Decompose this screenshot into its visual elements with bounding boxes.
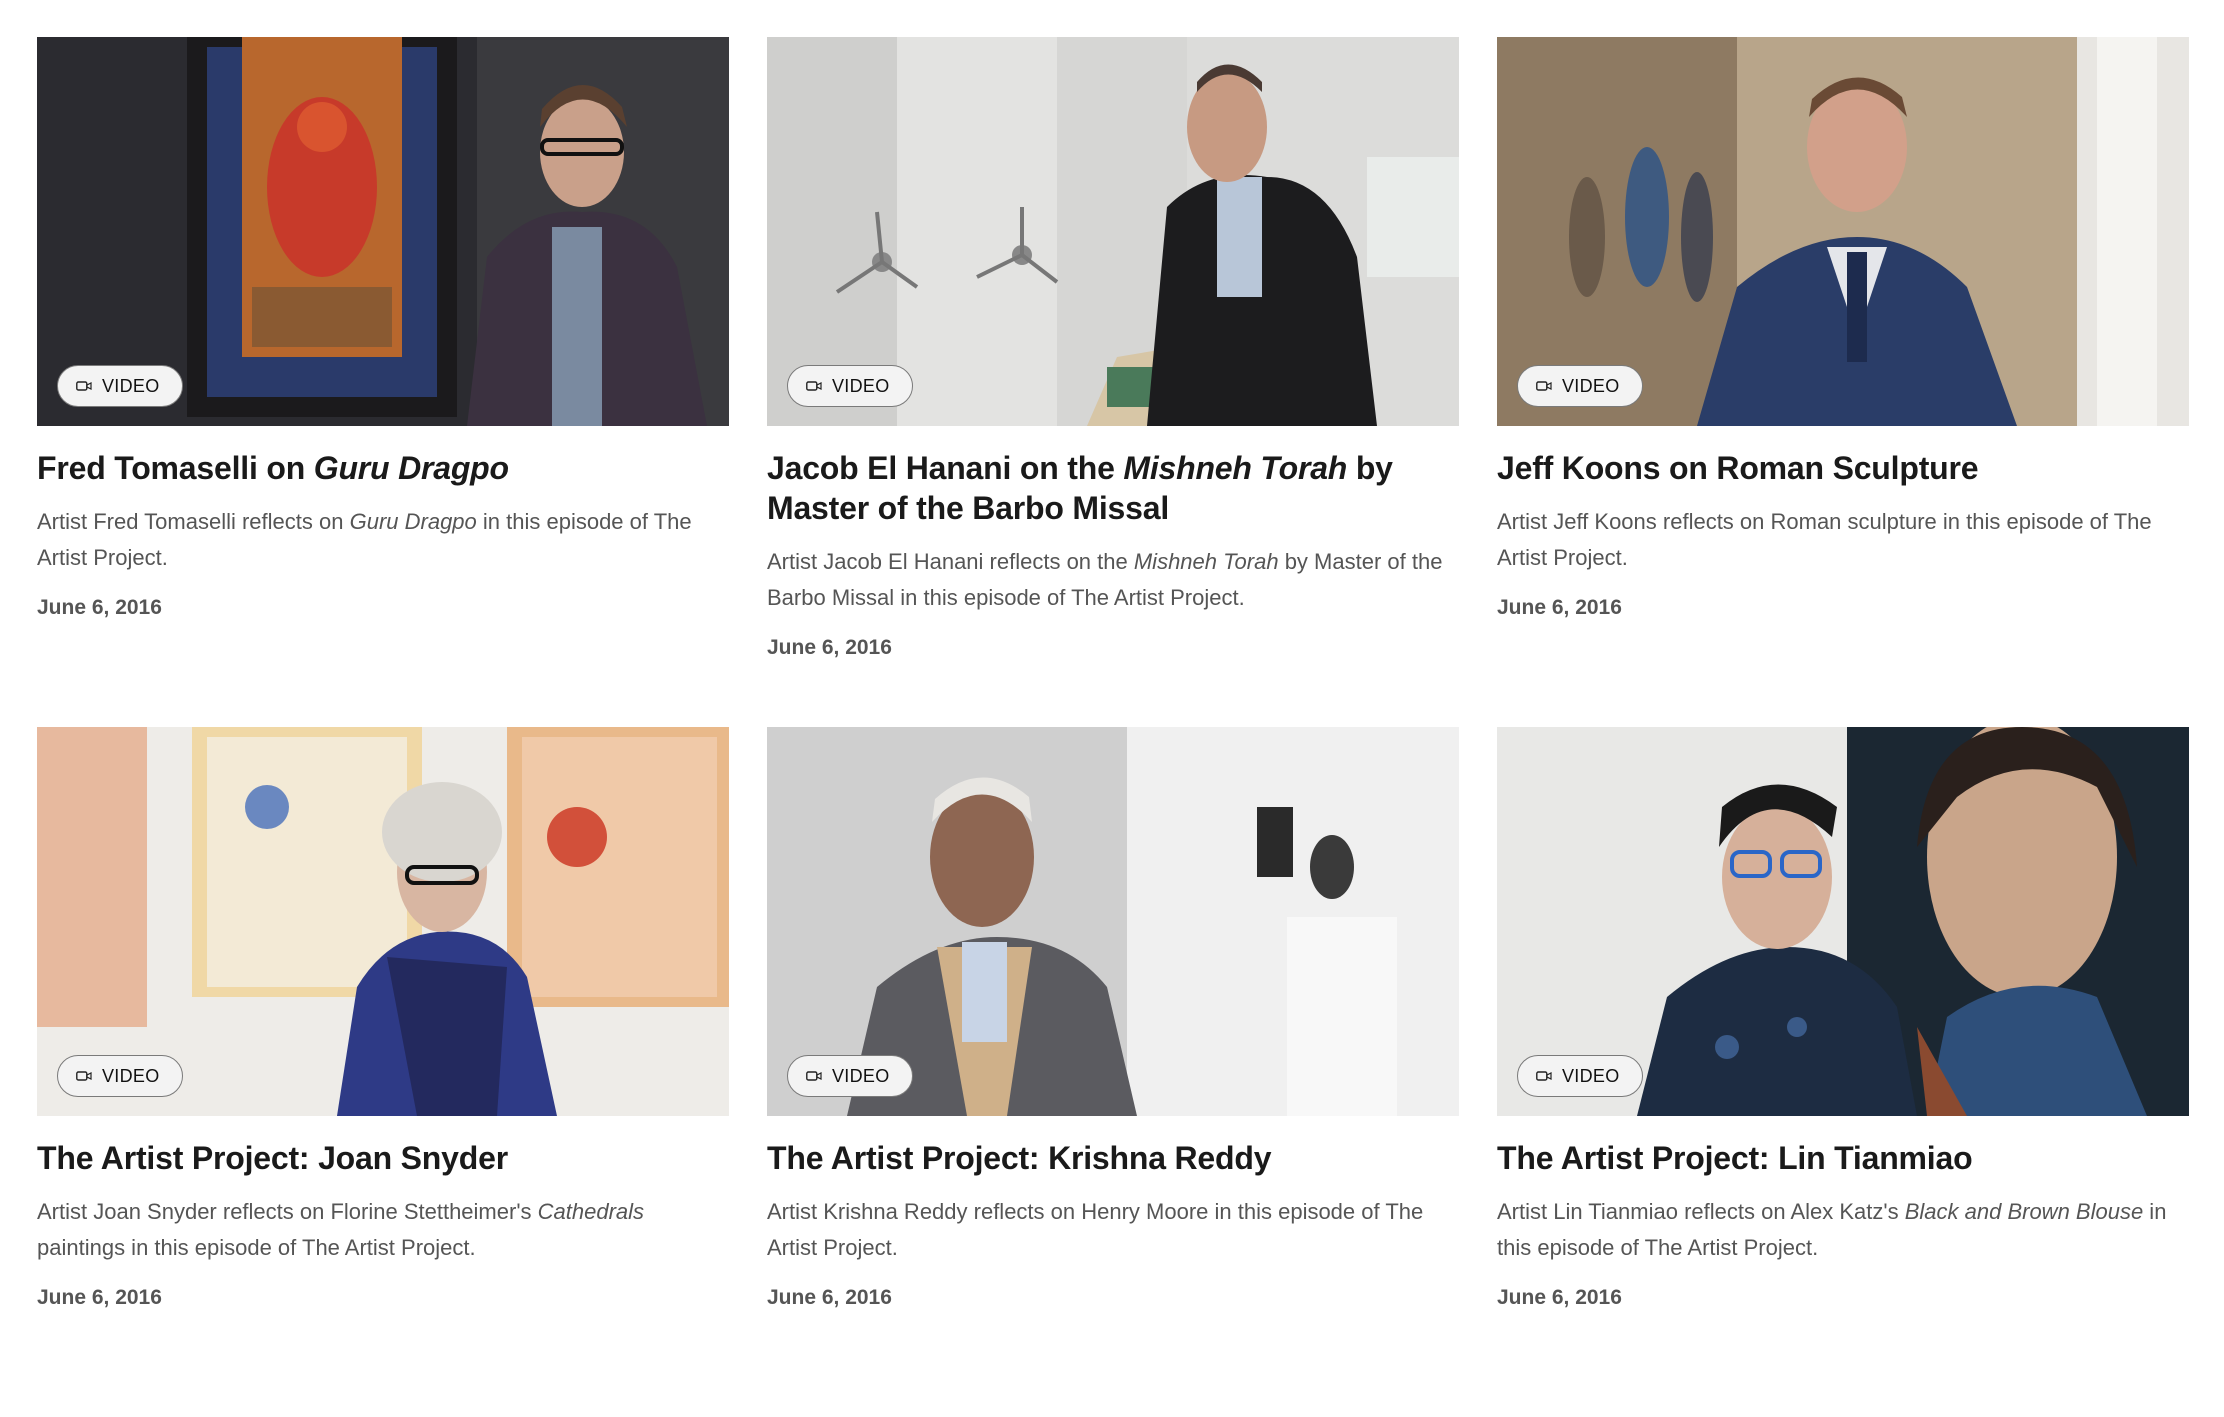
card-title[interactable]: Jeff Koons on Roman Sculpture — [1497, 448, 2189, 488]
card-description: Artist Fred Tomaselli reflects on Guru D… — [37, 504, 729, 576]
card-title[interactable]: Fred Tomaselli on Guru Dragpo — [37, 448, 729, 488]
title-text: Fred Tomaselli on — [37, 450, 314, 486]
video-camera-icon — [76, 1071, 92, 1081]
video-card: VIDEO Jeff Koons on Roman Sculpture Arti… — [1497, 37, 2189, 727]
video-grid: VIDEO Fred Tomaselli on Guru Dragpo Arti… — [37, 37, 2191, 1417]
badge-label: VIDEO — [1562, 375, 1620, 396]
card-description: Artist Jacob El Hanani reflects on the M… — [767, 544, 1459, 616]
video-camera-icon — [76, 381, 92, 391]
video-camera-icon — [806, 381, 822, 391]
video-card: VIDEO The Artist Project: Lin Tianmiao A… — [1497, 727, 2189, 1417]
desc-text: Artist Joan Snyder reflects on Florine S… — [37, 1199, 538, 1224]
badge-label: VIDEO — [102, 1065, 160, 1086]
video-camera-icon — [1536, 1071, 1552, 1081]
desc-text: Artist Jacob El Hanani reflects on the — [767, 549, 1134, 574]
desc-italic: Cathedrals — [537, 1199, 645, 1224]
video-thumbnail-link[interactable]: VIDEO — [1497, 727, 2189, 1116]
card-title[interactable]: The Artist Project: Lin Tianmiao — [1497, 1138, 2189, 1178]
title-text: Jeff Koons on Roman Sculpture — [1497, 450, 1979, 486]
video-badge: VIDEO — [57, 365, 183, 407]
card-date: June 6, 2016 — [1497, 1286, 1622, 1309]
badge-label: VIDEO — [832, 375, 890, 396]
video-card: VIDEO The Artist Project: Krishna Reddy … — [767, 727, 1459, 1417]
video-thumbnail-link[interactable]: VIDEO — [1497, 37, 2189, 426]
card-date: June 6, 2016 — [37, 596, 162, 619]
card-title[interactable]: Jacob El Hanani on the Mishneh Torah by … — [767, 448, 1459, 528]
desc-italic: Guru Dragpo — [349, 509, 477, 534]
desc-italic: Black and Brown Blouse — [1904, 1199, 2144, 1224]
card-date: June 6, 2016 — [767, 636, 892, 659]
video-thumbnail-link[interactable]: VIDEO — [767, 727, 1459, 1116]
card-description: Artist Joan Snyder reflects on Florine S… — [37, 1194, 729, 1266]
desc-text-end: paintings in this episode of The Artist … — [37, 1235, 476, 1260]
video-badge: VIDEO — [1517, 365, 1643, 407]
video-camera-icon — [806, 1071, 822, 1081]
card-title[interactable]: The Artist Project: Krishna Reddy — [767, 1138, 1459, 1178]
title-text: The Artist Project: Lin Tianmiao — [1497, 1140, 1973, 1176]
title-italic: Guru Dragpo — [313, 450, 509, 486]
badge-label: VIDEO — [1562, 1065, 1620, 1086]
desc-text: Artist Lin Tianmiao reflects on Alex Kat… — [1497, 1199, 1905, 1224]
desc-text: Artist Fred Tomaselli reflects on — [37, 509, 350, 534]
video-thumbnail-link[interactable]: VIDEO — [37, 37, 729, 426]
badge-label: VIDEO — [832, 1065, 890, 1086]
video-thumbnail-link[interactable]: VIDEO — [767, 37, 1459, 426]
video-badge: VIDEO — [1517, 1055, 1643, 1097]
card-description: Artist Jeff Koons reflects on Roman scul… — [1497, 504, 2189, 576]
title-text: Jacob El Hanani on the — [767, 450, 1124, 486]
card-date: June 6, 2016 — [1497, 596, 1622, 619]
desc-text: Artist Jeff Koons reflects on Roman scul… — [1497, 509, 2152, 570]
video-card: VIDEO Fred Tomaselli on Guru Dragpo Arti… — [37, 37, 729, 727]
video-thumbnail-link[interactable]: VIDEO — [37, 727, 729, 1116]
card-description: Artist Krishna Reddy reflects on Henry M… — [767, 1194, 1459, 1266]
video-badge: VIDEO — [787, 1055, 913, 1097]
desc-text: Artist Krishna Reddy reflects on Henry M… — [767, 1199, 1424, 1260]
video-card: VIDEO The Artist Project: Joan Snyder Ar… — [37, 727, 729, 1417]
video-badge: VIDEO — [57, 1055, 183, 1097]
card-date: June 6, 2016 — [37, 1286, 162, 1309]
video-camera-icon — [1536, 381, 1552, 391]
badge-label: VIDEO — [102, 375, 160, 396]
title-italic: Mishneh Torah — [1123, 450, 1348, 486]
title-text: The Artist Project: Joan Snyder — [37, 1140, 508, 1176]
title-text: The Artist Project: Krishna Reddy — [767, 1140, 1272, 1176]
card-description: Artist Lin Tianmiao reflects on Alex Kat… — [1497, 1194, 2189, 1266]
card-date: June 6, 2016 — [767, 1286, 892, 1309]
video-badge: VIDEO — [787, 365, 913, 407]
card-title[interactable]: The Artist Project: Joan Snyder — [37, 1138, 729, 1178]
desc-italic: Mishneh Torah — [1133, 549, 1279, 574]
video-card: VIDEO Jacob El Hanani on the Mishneh Tor… — [767, 37, 1459, 727]
